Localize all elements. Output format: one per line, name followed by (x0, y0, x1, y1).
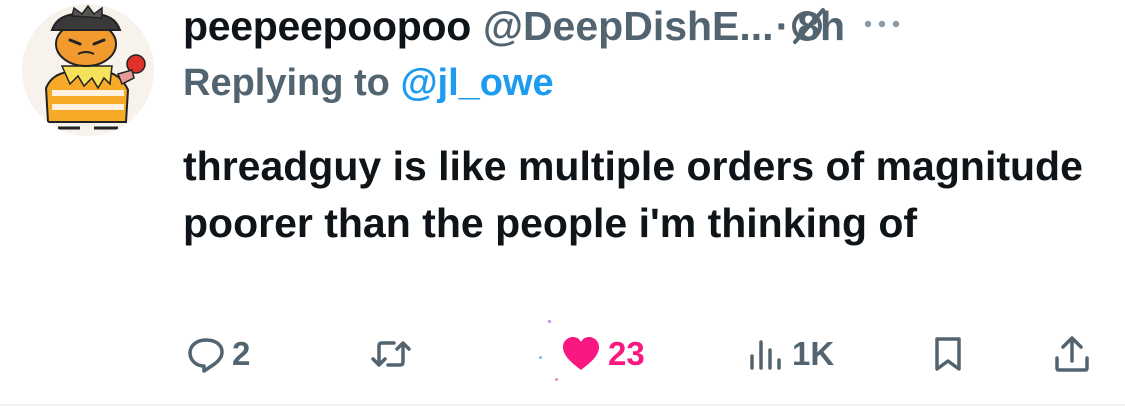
views-icon (750, 340, 781, 370)
grok-icon[interactable] (785, 2, 833, 55)
like-icon (563, 337, 599, 370)
avatar[interactable] (22, 4, 154, 136)
display-name[interactable]: peepeepoopoo (183, 3, 471, 50)
more-icon[interactable] (862, 12, 902, 41)
views-count: 1K (792, 335, 835, 372)
reply-icon (188, 338, 224, 373)
reply-button[interactable]: 2 (186, 330, 250, 378)
like-sparkle (555, 378, 558, 381)
tweet-text: threadguy is like multiple orders of mag… (183, 143, 1083, 246)
repost-button[interactable] (370, 330, 418, 378)
share-button[interactable] (1052, 330, 1092, 378)
bookmark-button[interactable] (930, 330, 966, 378)
views-button[interactable]: 1K (746, 330, 834, 378)
action-bar: 2 23 1K (0, 320, 1125, 381)
divider (0, 404, 1125, 406)
reply-count: 2 (232, 335, 251, 372)
like-count: 23 (608, 335, 645, 372)
bookmark-icon (935, 337, 961, 371)
replying-to: Replying to @jl_owe (183, 62, 554, 105)
share-icon (1055, 336, 1089, 372)
tweet-header: peepeepoopoo @DeepDishE... · 8h (183, 2, 1105, 50)
repost-icon (371, 341, 411, 367)
like-sparkle (539, 356, 542, 359)
like-sparkle (548, 320, 551, 323)
like-button[interactable]: 23 (560, 330, 645, 378)
replying-to-handle[interactable]: @jl_owe (400, 62, 553, 104)
user-handle[interactable]: @DeepDishE... (483, 3, 774, 50)
replying-to-label: Replying to (183, 62, 401, 104)
avatar-illustration (22, 4, 154, 136)
